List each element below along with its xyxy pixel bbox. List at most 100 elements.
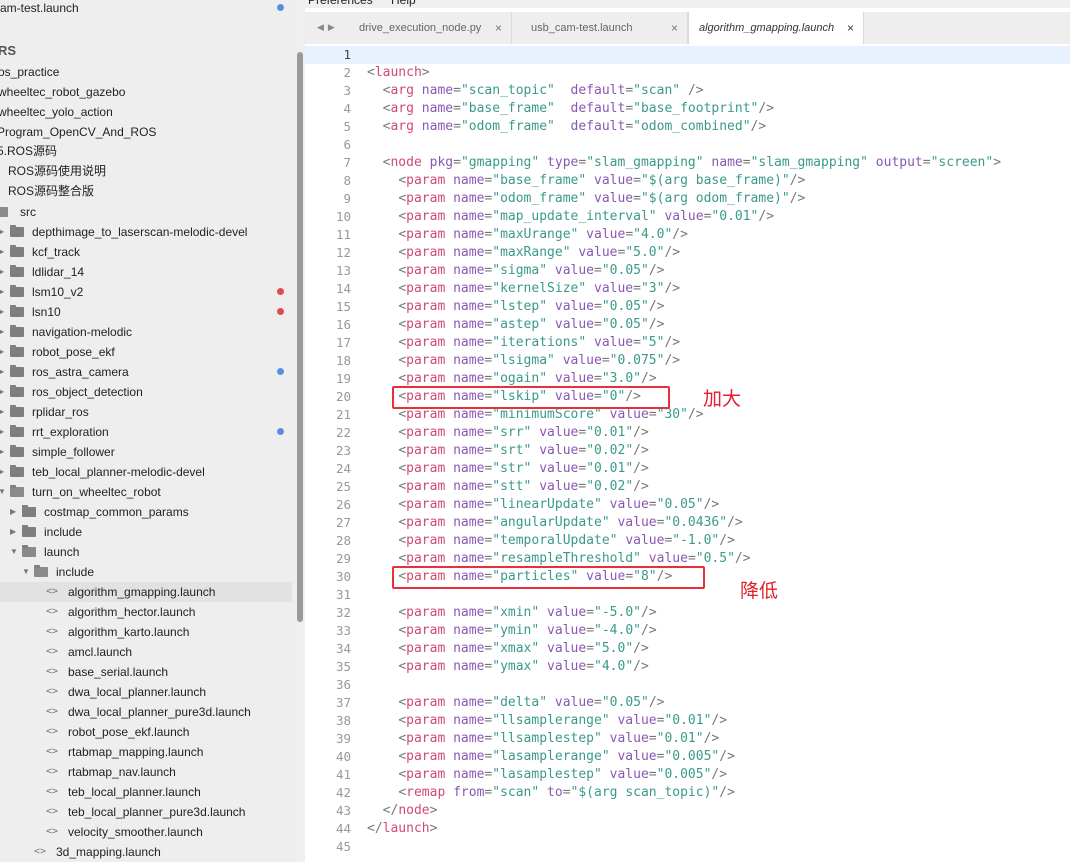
code-line[interactable]: <node pkg="gmapping" type="slam_gmapping… xyxy=(367,154,1001,172)
sidebar-item[interactable]: <> rtabmap_nav.launch xyxy=(0,762,292,782)
sidebar-item[interactable]: <> algorithm_karto.launch xyxy=(0,622,292,642)
sidebar-item[interactable]: <> teb_local_planner_pure3d.launch xyxy=(0,802,292,822)
expand-down-icon[interactable]: ▼ xyxy=(0,482,6,502)
code-line[interactable]: <param name="map_update_interval" value=… xyxy=(367,208,774,226)
sidebar-item[interactable]: cam-test.launch xyxy=(0,0,292,18)
code-line[interactable]: <param name="llsamplerange" value="0.01"… xyxy=(367,712,727,730)
sidebar-item[interactable]: wheeltec_yolo_action xyxy=(0,102,292,122)
tab-drive-execution-node-py[interactable]: drive_execution_node.py × xyxy=(342,12,512,44)
code-line[interactable]: <param name="iterations" value="5"/> xyxy=(367,334,680,352)
sidebar-item[interactable]: <> amcl.launch xyxy=(0,642,292,662)
sidebar-item[interactable]: ▶ lsm10_v2 xyxy=(0,282,292,302)
code-line[interactable]: <param name="lasamplerange" value="0.005… xyxy=(367,748,735,766)
tab-algorithm-gmapping-launch[interactable]: algorithm_gmapping.launch × xyxy=(688,12,864,44)
code-editor[interactable]: 1 2 3 4 5 6 7 8 9 10 11 12 13 14 15 16 17 18 19 20 21 22 23 24 2… xyxy=(305,44,1070,862)
code-line[interactable]: <param name="srt" value="0.02"/> xyxy=(367,442,649,460)
sidebar-item[interactable]: ▼ include xyxy=(0,562,292,582)
code-line[interactable]: <param name="maxUrange" value="4.0"/> xyxy=(367,226,688,244)
sidebar-item[interactable]: os_practice xyxy=(0,62,292,82)
code-line[interactable]: <param name="ymax" value="4.0"/> xyxy=(367,658,649,676)
expand-right-icon[interactable]: ▶ xyxy=(0,382,4,402)
expand-right-icon[interactable]: ▶ xyxy=(0,462,4,482)
sidebar-item[interactable]: <> dwa_local_planner.launch xyxy=(0,682,292,702)
sidebar-item[interactable]: ▶ ros_object_detection xyxy=(0,382,292,402)
sidebar-item[interactable]: 5.ROS源码 xyxy=(0,141,292,161)
code-line[interactable]: <param name="lsigma" value="0.075"/> xyxy=(367,352,680,370)
tab-nav-arrows-icon[interactable]: ◀▶ xyxy=(317,12,339,42)
close-tab-icon[interactable]: × xyxy=(847,12,854,44)
expand-right-icon[interactable]: ▶ xyxy=(0,422,4,442)
code-line[interactable]: <launch> xyxy=(367,64,430,82)
sidebar-item[interactable]: ▶ ldlidar_14 xyxy=(0,262,292,282)
sidebar-item[interactable]: Program_OpenCV_And_ROS xyxy=(0,122,292,142)
code-line[interactable]: <param name="sigma" value="0.05"/> xyxy=(367,262,664,280)
sidebar-item[interactable]: <> robot_pose_ekf.launch xyxy=(0,722,292,742)
expand-right-icon[interactable]: ▶ xyxy=(0,342,4,362)
code-line[interactable]: <param name="astep" value="0.05"/> xyxy=(367,316,664,334)
sidebar-item[interactable]: ▶ simple_follower xyxy=(0,442,292,462)
code-line[interactable]: <param name="linearUpdate" value="0.05"/… xyxy=(367,496,719,514)
code-line[interactable]: <param name="srr" value="0.01"/> xyxy=(367,424,649,442)
code-line[interactable]: <param name="xmin" value="-5.0"/> xyxy=(367,604,656,622)
code-line[interactable]: <param name="lasamplestep" value="0.005"… xyxy=(367,766,727,784)
sidebar-item[interactable]: RS xyxy=(0,41,292,61)
expand-right-icon[interactable]: ▶ xyxy=(0,442,4,462)
code-line[interactable]: <param name="delta" value="0.05"/> xyxy=(367,694,664,712)
code-line[interactable]: <param name="lstep" value="0.05"/> xyxy=(367,298,664,316)
sidebar-item[interactable]: ▶ costmap_common_params xyxy=(0,502,292,522)
menu-item[interactable]: Help xyxy=(391,0,416,7)
expand-right-icon[interactable]: ▶ xyxy=(0,222,4,242)
code-line[interactable]: <arg name="base_frame" default="base_foo… xyxy=(367,100,774,118)
code-line[interactable]: <param name="xmax" value="5.0"/> xyxy=(367,640,649,658)
sidebar-item[interactable]: ▼ turn_on_wheeltec_robot xyxy=(0,482,292,502)
sidebar-item-selected[interactable]: <> algorithm_gmapping.launch xyxy=(0,582,292,602)
sidebar-item[interactable]: ▶ include xyxy=(0,522,292,542)
code-line[interactable]: <param name="str" value="0.01"/> xyxy=(367,460,649,478)
menu-item[interactable]: Preferences xyxy=(308,0,373,7)
sidebar-item[interactable]: <> algorithm_hector.launch xyxy=(0,602,292,622)
sidebar-item[interactable]: ROS源码整合版 xyxy=(0,181,292,201)
sidebar-item[interactable]: ▶ teb_local_planner-melodic-devel xyxy=(0,462,292,482)
code-line[interactable]: <arg name="scan_topic" default="scan" /> xyxy=(367,82,704,100)
sidebar-item[interactable]: ROS源码使用说明 xyxy=(0,161,292,181)
sidebar-item[interactable]: ▶ depthimage_to_laserscan-melodic-devel xyxy=(0,222,292,242)
sidebar-scrollbar-thumb[interactable] xyxy=(297,52,303,622)
tab-usb-cam-test-launch[interactable]: usb_cam-test.launch × xyxy=(514,12,688,44)
sidebar-item[interactable]: ▶ rrt_exploration xyxy=(0,422,292,442)
sidebar-item[interactable]: <> 3d_mapping.launch xyxy=(0,842,292,862)
code-line[interactable]: <param name="kernelSize" value="3"/> xyxy=(367,280,680,298)
code-line[interactable]: <param name="ymin" value="-4.0"/> xyxy=(367,622,656,640)
sidebar-item[interactable]: ▶ kcf_track xyxy=(0,242,292,262)
expand-right-icon[interactable]: ▶ xyxy=(0,322,4,342)
sidebar-item[interactable]: <> velocity_smoother.launch xyxy=(0,822,292,842)
sidebar-item[interactable]: ▼ launch xyxy=(0,542,292,562)
code-line[interactable]: <arg name="odom_frame" default="odom_com… xyxy=(367,118,767,136)
code-line[interactable]: <param name="odom_frame" value="$(arg od… xyxy=(367,190,805,208)
expand-right-icon[interactable]: ▶ xyxy=(0,362,4,382)
close-tab-icon[interactable]: × xyxy=(495,12,502,44)
sidebar-item[interactable]: ▶ lsn10 xyxy=(0,302,292,322)
expand-down-icon[interactable]: ▼ xyxy=(10,542,18,562)
expand-down-icon[interactable]: ▼ xyxy=(22,562,30,582)
sidebar-item[interactable]: <> rtabmap_mapping.launch xyxy=(0,742,292,762)
code-line[interactable]: <param name="llsamplestep" value="0.01"/… xyxy=(367,730,719,748)
code-line[interactable]: <param name="stt" value="0.02"/> xyxy=(367,478,649,496)
sidebar-item[interactable]: ▶ navigation-melodic xyxy=(0,322,292,342)
sidebar-item[interactable]: <> teb_local_planner.launch xyxy=(0,782,292,802)
sidebar-item[interactable]: ▶ ros_astra_camera xyxy=(0,362,292,382)
expand-right-icon[interactable]: ▶ xyxy=(10,502,16,522)
sidebar-item[interactable]: <> dwa_local_planner_pure3d.launch xyxy=(0,702,292,722)
expand-right-icon[interactable]: ▶ xyxy=(0,282,4,302)
expand-right-icon[interactable]: ▶ xyxy=(0,402,4,422)
code-line[interactable]: <param name="maxRange" value="5.0"/> xyxy=(367,244,680,262)
expand-right-icon[interactable]: ▶ xyxy=(10,522,16,542)
sidebar-item[interactable]: ▶ robot_pose_ekf xyxy=(0,342,292,362)
code-line[interactable]: <param name="angularUpdate" value="0.043… xyxy=(367,514,742,532)
close-tab-icon[interactable]: × xyxy=(671,12,678,44)
expand-right-icon[interactable]: ▶ xyxy=(0,302,4,322)
code-line[interactable]: <remap from="scan" to="$(arg scan_topic)… xyxy=(367,784,735,802)
expand-right-icon[interactable]: ▶ xyxy=(0,242,4,262)
expand-right-icon[interactable]: ▶ xyxy=(0,262,4,282)
sidebar-item[interactable]: wheeltec_robot_gazebo xyxy=(0,82,292,102)
sidebar-item[interactable]: <> base_serial.launch xyxy=(0,662,292,682)
